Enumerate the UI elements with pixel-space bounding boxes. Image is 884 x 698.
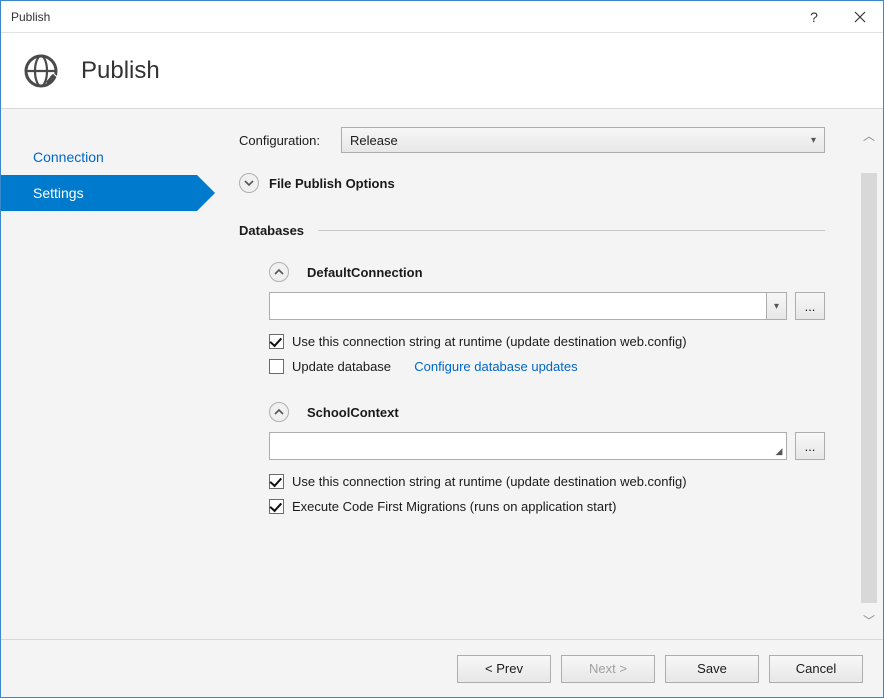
migrations-label: Execute Code First Migrations (runs on a…	[292, 499, 616, 514]
configuration-row: Configuration: Release ▾	[239, 127, 853, 153]
prev-button-label: < Prev	[485, 661, 523, 676]
connection-string-combo[interactable]: ▾	[269, 292, 787, 320]
migrations-checkbox[interactable]	[269, 499, 284, 514]
update-database-row: Update database Configure database updat…	[269, 359, 825, 374]
migrations-row: Execute Code First Migrations (runs on a…	[269, 499, 825, 514]
file-publish-options-title: File Publish Options	[269, 176, 395, 191]
dialog-header: Publish	[1, 33, 883, 109]
cancel-button-label: Cancel	[796, 661, 836, 676]
scroll-track[interactable]	[861, 173, 877, 603]
help-button[interactable]: ?	[791, 1, 837, 32]
prev-button[interactable]: < Prev	[457, 655, 551, 683]
databases-rule	[318, 230, 825, 231]
file-publish-options-toggle[interactable]	[239, 173, 259, 193]
update-database-label: Update database	[292, 359, 391, 374]
chevron-down-icon: ▾	[811, 135, 816, 146]
window-title: Publish	[1, 10, 50, 24]
sidebar-item-connection[interactable]: Connection	[1, 139, 197, 175]
use-runtime-row: Use this connection string at runtime (u…	[269, 334, 825, 349]
publish-icon	[23, 53, 59, 89]
scroll-down-icon[interactable]: ﹀	[863, 612, 875, 629]
connection-string-input[interactable]	[270, 433, 772, 459]
page-title: Publish	[81, 57, 160, 85]
databases-header: Databases	[239, 223, 825, 238]
use-runtime-checkbox[interactable]	[269, 334, 284, 349]
configure-database-updates-link[interactable]: Configure database updates	[414, 359, 577, 374]
file-publish-options-header: File Publish Options	[239, 173, 825, 193]
sidebar-item-settings[interactable]: Settings	[1, 175, 197, 211]
cancel-button[interactable]: Cancel	[769, 655, 863, 683]
connection-string-row: ▾ ...	[269, 292, 825, 320]
db-toggle[interactable]	[269, 262, 289, 282]
next-button-label: Next >	[589, 661, 627, 676]
titlebar: Publish ?	[1, 1, 883, 33]
db-name: DefaultConnection	[307, 265, 423, 280]
db-name: SchoolContext	[307, 405, 399, 420]
db-toggle[interactable]	[269, 402, 289, 422]
sidebar-item-label: Settings	[33, 185, 84, 201]
close-button[interactable]	[837, 1, 883, 32]
configuration-dropdown[interactable]: Release ▾	[341, 127, 825, 153]
resize-grip-icon[interactable]: ◢	[772, 433, 786, 459]
db-block-schoolcontext: SchoolContext ◢ ... Use this connection …	[269, 402, 825, 514]
settings-panel: ︿ ﹀ Configuration: Release ▾ File Publis…	[197, 109, 883, 639]
scroll-up-icon[interactable]: ︿	[863, 127, 875, 144]
next-button[interactable]: Next >	[561, 655, 655, 683]
connection-string-input[interactable]	[270, 293, 766, 319]
sidebar-item-label: Connection	[33, 149, 104, 165]
sidebar: Connection Settings	[1, 109, 197, 639]
browse-connection-button[interactable]: ...	[795, 292, 825, 320]
dialog-body: Connection Settings ︿ ﹀ Configuration: R…	[1, 109, 883, 639]
databases-title: Databases	[239, 223, 304, 238]
chevron-up-icon	[274, 267, 284, 277]
db-block-defaultconnection: DefaultConnection ▾ ... Use this connect…	[269, 262, 825, 374]
use-runtime-label: Use this connection string at runtime (u…	[292, 334, 687, 349]
connection-string-row: ◢ ...	[269, 432, 825, 460]
browse-connection-button[interactable]: ...	[795, 432, 825, 460]
close-icon	[854, 11, 866, 23]
db-head: SchoolContext	[269, 402, 825, 422]
connection-string-combo[interactable]: ◢	[269, 432, 787, 460]
use-runtime-row: Use this connection string at runtime (u…	[269, 474, 825, 489]
ellipsis-icon: ...	[805, 299, 816, 314]
configuration-label: Configuration:	[239, 133, 341, 148]
dialog-footer: < Prev Next > Save Cancel	[1, 639, 883, 697]
help-icon: ?	[810, 9, 818, 25]
publish-dialog: Publish ? Publish Connection	[0, 0, 884, 698]
use-runtime-label: Use this connection string at runtime (u…	[292, 474, 687, 489]
ellipsis-icon: ...	[805, 439, 816, 454]
update-database-checkbox[interactable]	[269, 359, 284, 374]
use-runtime-checkbox[interactable]	[269, 474, 284, 489]
chevron-up-icon	[274, 407, 284, 417]
save-button[interactable]: Save	[665, 655, 759, 683]
save-button-label: Save	[697, 661, 727, 676]
chevron-down-icon[interactable]: ▾	[766, 293, 786, 319]
chevron-down-icon	[244, 178, 254, 188]
db-head: DefaultConnection	[269, 262, 825, 282]
configuration-dropdown-value: Release	[350, 133, 398, 148]
